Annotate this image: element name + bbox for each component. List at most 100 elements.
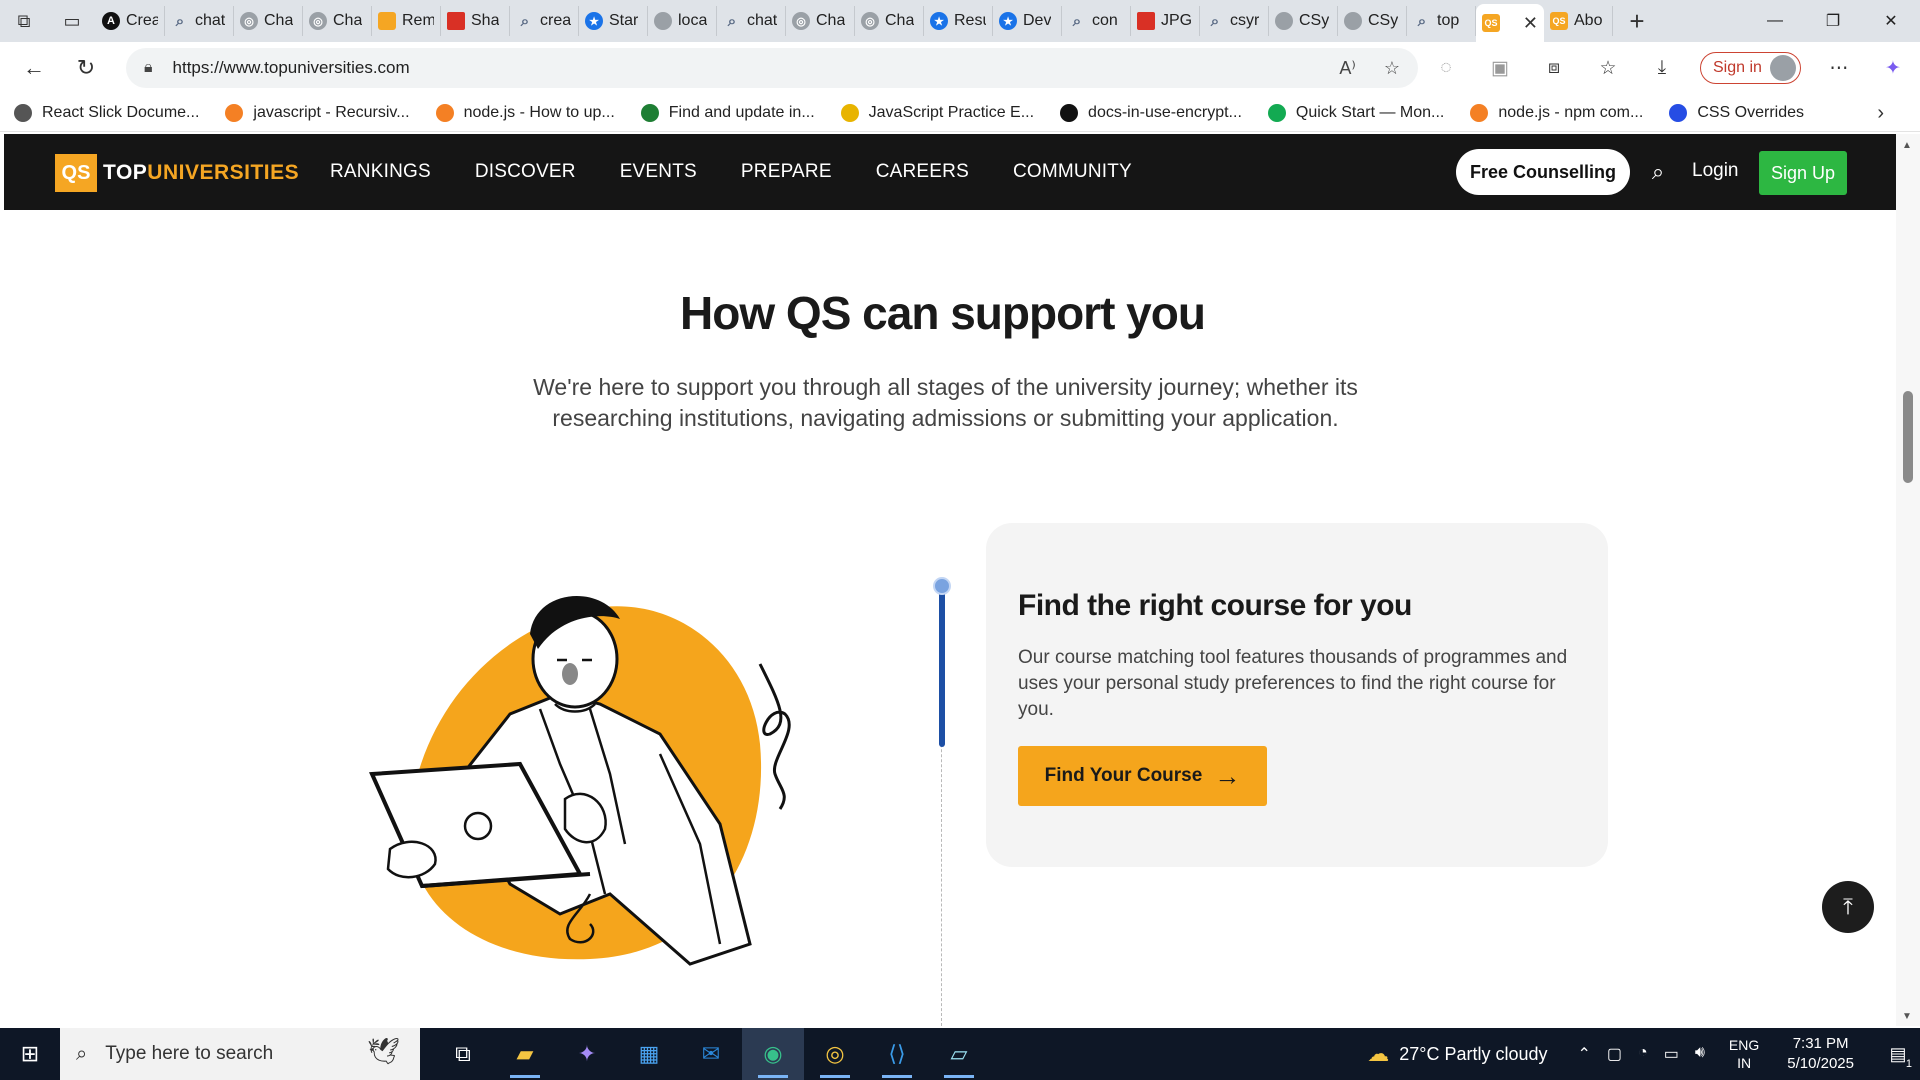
card-description: Our course matching tool features thousa… [1018, 647, 1568, 720]
copilot-icon[interactable]: ✦ [1877, 52, 1909, 84]
browser-tab[interactable]: ⌕ crea [510, 6, 579, 36]
tab-actions-icon[interactable]: ▭ [48, 0, 96, 42]
browser-tab[interactable]: ⌕ csyr [1200, 6, 1269, 36]
free-counselling-button[interactable]: Free Counselling [1456, 149, 1630, 195]
bookmark-item[interactable]: node.js - How to up... [435, 103, 615, 122]
sign-in-button[interactable]: Sign in [1700, 52, 1801, 84]
wifi-icon[interactable]: ◔ [1638, 1044, 1648, 1064]
nav-item-community[interactable]: COMMUNITY [1013, 161, 1132, 183]
bookmark-item[interactable]: Find and update in... [640, 103, 815, 122]
nav-item-events[interactable]: EVENTS [620, 161, 697, 183]
tab-title: csyr [1230, 12, 1260, 29]
browser-tab[interactable]: ★ Dev [993, 6, 1062, 36]
scroll-down-icon[interactable]: ▼ [1902, 1011, 1912, 1022]
task-view-icon[interactable]: ⧉ [432, 1028, 494, 1080]
battery-icon[interactable]: ▭ [1664, 1044, 1679, 1064]
notification-center-icon[interactable]: ▤ 1 [1876, 1028, 1920, 1080]
chrome-icon[interactable]: ◎ [804, 1028, 866, 1080]
nav-item-rankings[interactable]: RANKINGS [330, 161, 431, 183]
browser-tab[interactable]: ⌕ con [1062, 6, 1131, 36]
close-window-icon[interactable]: ✕ [1862, 0, 1920, 42]
meet-icon[interactable]: ▢ [1607, 1044, 1622, 1064]
more-options-icon[interactable]: ⋯ [1823, 52, 1855, 84]
browser-tab[interactable]: ◎ Cha [303, 6, 372, 36]
address-bar[interactable]: 🔒︎ https://www.topuniversities.com A⁾ ☆ [126, 48, 1418, 88]
browser-tab[interactable]: A Crea [96, 6, 165, 36]
bookmark-item[interactable]: docs-in-use-encrypt... [1060, 103, 1242, 122]
favorite-star-icon[interactable]: ☆ [1384, 58, 1400, 79]
workspaces-icon[interactable]: ⧉ [0, 0, 48, 42]
browser-tab[interactable]: ◎ Cha [786, 6, 855, 36]
refresh-button[interactable]: ↻ [60, 48, 112, 88]
site-header: QS TOPUNIVERSITIES RANKINGS DISCOVER EVENT… [4, 134, 1896, 210]
login-link[interactable]: Login [1692, 160, 1739, 182]
favorites-icon[interactable]: ☆ [1592, 52, 1624, 84]
browser-tab[interactable]: Sha [441, 6, 510, 36]
browser-tab[interactable]: ◎ Cha [855, 6, 924, 36]
minimize-icon[interactable]: — [1746, 0, 1804, 42]
back-button[interactable]: ← [8, 48, 60, 88]
browser-tab[interactable]: ★ Resu [924, 6, 993, 36]
read-aloud-icon[interactable]: A⁾ [1339, 58, 1355, 79]
weather-widget[interactable]: ☁ 27°C Partly cloudy [1367, 1041, 1547, 1067]
site-logo[interactable]: QS TOPUNIVERSITIES [55, 154, 299, 192]
microsoft-store-icon[interactable]: ▦ [618, 1028, 680, 1080]
tab-active[interactable]: QS ✕ [1476, 4, 1544, 42]
tab-title: Abo [1574, 12, 1603, 29]
notepad-icon[interactable]: ▱ [928, 1028, 990, 1080]
file-explorer-icon[interactable]: ▰ [494, 1028, 556, 1080]
browser-tab[interactable]: ◎ Cha [234, 6, 303, 36]
copilot-app-icon[interactable]: ✦ [556, 1028, 618, 1080]
browser-tab[interactable]: JPG [1131, 6, 1200, 36]
downloads-icon[interactable]: ⤓ [1646, 52, 1678, 84]
bookmark-item[interactable]: node.js - npm com... [1470, 103, 1643, 122]
browser-tab[interactable]: ⌕ chat [165, 6, 234, 36]
tab-title: Sha [471, 12, 500, 29]
sign-up-button[interactable]: Sign Up [1759, 151, 1847, 195]
url-text[interactable]: https://www.topuniversities.com [173, 58, 410, 78]
taskbar-search-box[interactable]: ⌕ Type here to search 🕊︎ [60, 1028, 420, 1080]
browser-tab[interactable]: Rem [372, 6, 441, 36]
bookmark-item[interactable]: javascript - Recursiv... [225, 103, 410, 122]
bookmark-item[interactable]: Quick Start — Mon... [1267, 103, 1444, 122]
restore-icon[interactable]: ❐ [1804, 0, 1862, 42]
clock[interactable]: 7:31 PM 5/10/2025 [1787, 1034, 1854, 1074]
back-to-top-button[interactable]: ⤒ [1822, 881, 1874, 933]
new-tab-button[interactable]: + [1613, 0, 1661, 42]
site-info-icon[interactable]: 🔒︎ [144, 59, 153, 77]
page-scrollbar[interactable]: ▲ ▼ [1896, 134, 1920, 1026]
show-hidden-icons-icon[interactable]: ⌃ [1578, 1044, 1591, 1064]
input-language[interactable]: ENG IN [1729, 1036, 1759, 1072]
volume-icon[interactable]: 🔊︎ [1695, 1044, 1705, 1064]
browser-tab[interactable]: CSy [1338, 6, 1407, 36]
browser-tab[interactable]: CSy [1269, 6, 1338, 36]
lang-code: ENG [1728, 1037, 1760, 1053]
extension-icon-2[interactable]: ▣ [1484, 52, 1516, 84]
scroll-up-icon[interactable]: ▲ [1902, 140, 1912, 151]
scrollbar-thumb[interactable] [1903, 391, 1913, 483]
bookmark-item[interactable]: JavaScript Practice E... [840, 103, 1034, 122]
edge-icon[interactable]: ◉ [742, 1028, 804, 1080]
vscode-icon[interactable]: ⟨⟩ [866, 1028, 928, 1080]
browser-tab[interactable]: ⌕ chat [717, 6, 786, 36]
notification-glyph: ▤ [1889, 1043, 1907, 1064]
browser-tab[interactable]: ⌕ top [1407, 6, 1476, 36]
bookmarks-overflow-icon[interactable]: › [1877, 102, 1884, 125]
close-tab-icon[interactable]: ✕ [1523, 13, 1538, 34]
taskbar-apps: ⧉ ▰ ✦ ▦ ✉ ◉ ◎ ⟨⟩ ▱ [432, 1028, 990, 1080]
bookmark-item[interactable]: React Slick Docume... [14, 103, 199, 122]
windows-start-icon[interactable]: ⊞ [0, 1028, 60, 1080]
search-icon[interactable]: ⌕ [1642, 156, 1674, 188]
system-tray: ☁ 27°C Partly cloudy ⌃ ▢ ◔ ▭ 🔊︎ ENG IN 7… [1367, 1028, 1920, 1080]
tab-next[interactable]: QS Abo [1544, 6, 1613, 36]
bookmark-item[interactable]: CSS Overrides [1669, 103, 1804, 122]
outlook-icon[interactable]: ✉ [680, 1028, 742, 1080]
find-your-course-button[interactable]: Find Your Course → [1018, 746, 1267, 806]
nav-item-careers[interactable]: CAREERS [876, 161, 969, 183]
browser-tab[interactable]: loca [648, 6, 717, 36]
browser-tab[interactable]: ★ Star [579, 6, 648, 36]
extension-icon[interactable]: ◌ [1430, 52, 1462, 84]
nav-item-discover[interactable]: DISCOVER [475, 161, 576, 183]
nav-item-prepare[interactable]: PREPARE [741, 161, 832, 183]
extensions-puzzle-icon[interactable]: ⧈ [1538, 52, 1570, 84]
